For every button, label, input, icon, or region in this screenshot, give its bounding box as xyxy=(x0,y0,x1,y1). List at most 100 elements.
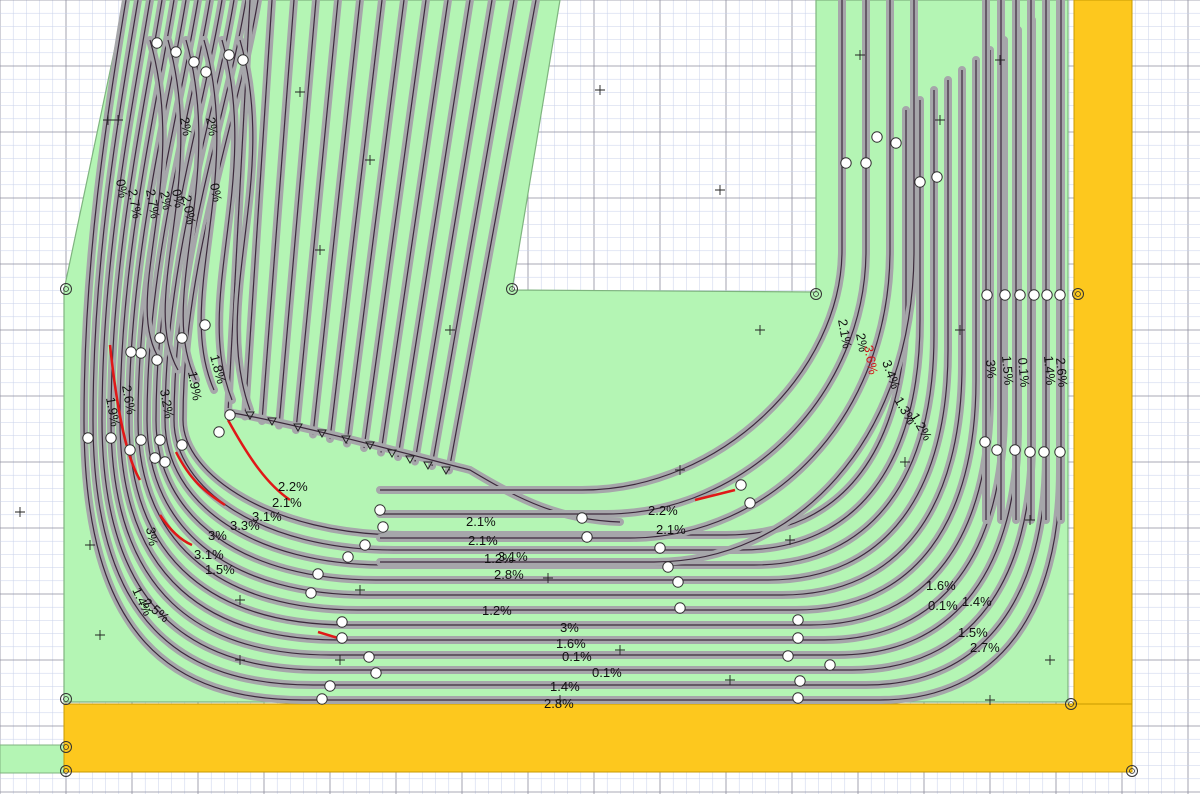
circle-joint-icon xyxy=(1054,289,1066,301)
grade-label: 1.6% xyxy=(926,578,956,593)
wall-right xyxy=(1073,0,1133,773)
circle-joint-icon xyxy=(154,434,166,446)
circle-joint-icon xyxy=(200,66,212,78)
circle-joint-icon xyxy=(176,439,188,451)
circle-joint-icon xyxy=(979,436,991,448)
grade-label: 1.2% xyxy=(482,603,512,618)
circle-joint-icon xyxy=(735,479,747,491)
circle-joint-icon xyxy=(176,332,188,344)
baseboard-tab[interactable] xyxy=(0,744,65,774)
grade-label: 1.4% xyxy=(550,679,580,694)
circle-joint-icon xyxy=(151,37,163,49)
circle-joint-icon xyxy=(792,692,804,704)
circle-joint-icon xyxy=(576,512,588,524)
grade-label: 2.1% xyxy=(466,514,496,529)
grade-label: 3.1% xyxy=(194,547,224,562)
circle-joint-icon xyxy=(213,426,225,438)
plus-marker-icon xyxy=(15,507,25,517)
circle-joint-icon xyxy=(794,675,806,687)
circle-joint-icon xyxy=(316,693,328,705)
circle-joint-icon xyxy=(654,542,666,554)
circle-joint-icon xyxy=(336,632,348,644)
grade-label: 2.7% xyxy=(970,640,1000,655)
circle-joint-icon xyxy=(135,434,147,446)
grade-label: 3% xyxy=(208,528,227,543)
circle-joint-icon xyxy=(782,650,794,662)
track-plan-canvas[interactable]: 2.7% 0% 2.7% 2% 0% 2.0% 0% 2% 2% 1.9% 2.… xyxy=(0,0,1200,794)
grade-label: 0.1% xyxy=(592,665,622,680)
circle-joint-icon xyxy=(1024,446,1036,458)
layout-drawing[interactable]: 2.7% 0% 2.7% 2% 0% 2.0% 0% 2% 2% 1.9% 2.… xyxy=(0,0,1200,794)
circle-joint-icon xyxy=(1009,444,1021,456)
circle-joint-icon xyxy=(1054,446,1066,458)
grade-label: 2.8% xyxy=(494,567,524,582)
plus-marker-icon xyxy=(595,85,605,95)
circle-joint-icon xyxy=(792,632,804,644)
circle-joint-icon xyxy=(1014,289,1026,301)
circle-joint-icon xyxy=(662,561,674,573)
circle-joint-icon xyxy=(999,289,1011,301)
grade-label: 0.1% xyxy=(928,598,958,613)
circle-joint-icon xyxy=(237,54,249,66)
circle-joint-icon xyxy=(125,346,137,358)
circle-joint-icon xyxy=(1038,446,1050,458)
circle-joint-icon xyxy=(674,602,686,614)
circle-joint-icon xyxy=(124,444,136,456)
circle-joint-icon xyxy=(170,46,182,58)
circle-joint-icon xyxy=(744,497,756,509)
grade-label: 3.3% xyxy=(230,518,260,533)
circle-joint-icon xyxy=(1028,289,1040,301)
circle-joint-icon xyxy=(363,651,375,663)
circle-joint-icon xyxy=(188,56,200,68)
circle-joint-icon xyxy=(312,568,324,580)
circle-joint-icon xyxy=(159,456,171,468)
circle-joint-icon xyxy=(860,157,872,169)
circle-joint-icon xyxy=(374,504,386,516)
grade-label: 2.2% xyxy=(278,479,308,494)
circle-joint-icon xyxy=(336,616,348,628)
grade-label: 3% xyxy=(983,359,1000,379)
circle-joint-icon xyxy=(914,176,926,188)
grade-label: 1.4% xyxy=(962,594,992,609)
circle-joint-icon xyxy=(359,539,371,551)
circle-joint-icon xyxy=(199,319,211,331)
circle-joint-icon xyxy=(223,49,235,61)
circle-joint-icon xyxy=(342,551,354,563)
grade-label: 1.2% xyxy=(484,551,514,566)
grade-label: 2.1% xyxy=(272,495,302,510)
circle-joint-icon xyxy=(324,680,336,692)
grade-label: 1.5% xyxy=(999,355,1017,386)
grade-label: 2.8% xyxy=(544,696,574,711)
grade-label: 2.1% xyxy=(656,522,686,537)
circle-joint-icon xyxy=(151,354,163,366)
grade-label: 2.6% xyxy=(1053,357,1071,388)
circle-joint-icon xyxy=(224,409,236,421)
grade-label: 0.1% xyxy=(562,649,592,664)
grade-label: 0.1% xyxy=(1015,357,1033,388)
circle-joint-icon xyxy=(871,131,883,143)
circle-joint-icon xyxy=(135,347,147,359)
circle-joint-icon xyxy=(840,157,852,169)
grade-label: 1.5% xyxy=(205,562,235,577)
circle-joint-icon xyxy=(824,659,836,671)
circle-joint-icon xyxy=(105,432,117,444)
circle-joint-icon xyxy=(149,452,161,464)
circle-joint-icon xyxy=(154,332,166,344)
grade-label: 3% xyxy=(560,620,579,635)
circle-joint-icon xyxy=(581,531,593,543)
circle-joint-icon xyxy=(305,587,317,599)
circle-joint-icon xyxy=(931,171,943,183)
grade-label: 2.1% xyxy=(468,533,498,548)
circle-joint-icon xyxy=(890,137,902,149)
circle-joint-icon xyxy=(82,432,94,444)
grade-label: 1.5% xyxy=(958,625,988,640)
circle-joint-icon xyxy=(981,289,993,301)
circle-joint-icon xyxy=(370,667,382,679)
wall-bottom xyxy=(63,703,1133,773)
circle-joint-icon xyxy=(1041,289,1053,301)
circle-joint-icon xyxy=(377,521,389,533)
circle-joint-icon xyxy=(792,614,804,626)
plus-marker-icon xyxy=(715,185,725,195)
grade-label: 2.2% xyxy=(648,503,678,518)
circle-joint-icon xyxy=(991,444,1003,456)
